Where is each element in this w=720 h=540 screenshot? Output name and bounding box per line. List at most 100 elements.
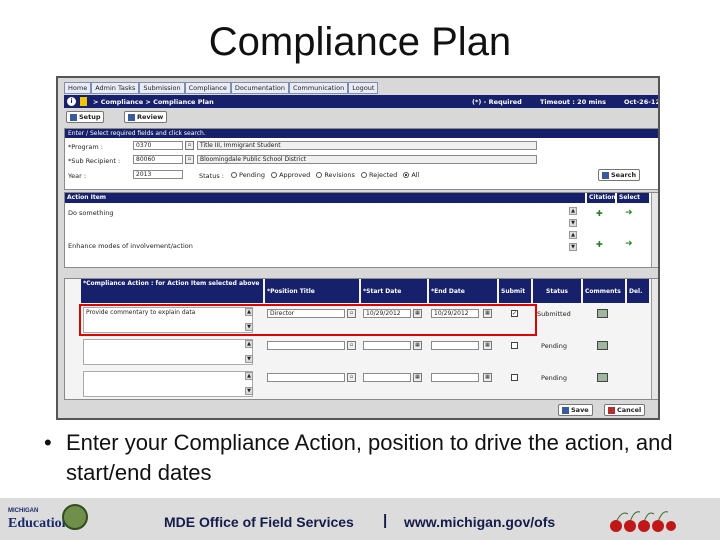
action-item-row-1[interactable]: Do something bbox=[68, 209, 113, 217]
recipient-label: *Sub Recipient : bbox=[68, 157, 121, 165]
year-label: Year : bbox=[68, 172, 87, 180]
setup-button[interactable]: Setup bbox=[66, 111, 105, 123]
position-picker-icon[interactable]: ▫ bbox=[347, 341, 356, 350]
calendar-icon[interactable]: ▦ bbox=[413, 373, 422, 382]
scroll-down-icon[interactable]: ▼ bbox=[245, 387, 253, 395]
calendar-icon[interactable]: ▦ bbox=[483, 341, 492, 350]
compliance-action-input[interactable] bbox=[83, 371, 253, 397]
recipient-code-input[interactable]: 80060 bbox=[133, 155, 183, 164]
status-text: Pending bbox=[541, 374, 567, 382]
required-note: (*) - Required bbox=[472, 97, 522, 106]
start-date-input[interactable] bbox=[363, 341, 411, 350]
date-text: Oct-26-12 bbox=[624, 97, 660, 106]
timeout-text: Timeout : 20 mins bbox=[540, 97, 606, 106]
footer-url: www.michigan.gov/ofs bbox=[404, 514, 556, 530]
footer-separator: | bbox=[383, 512, 388, 529]
search-label: Search bbox=[611, 171, 637, 179]
action-item-scrollbar[interactable] bbox=[651, 193, 658, 267]
scroll-up-icon[interactable]: ▲ bbox=[569, 231, 577, 239]
bullet-point: • Enter your Compliance Action, position… bbox=[44, 428, 684, 488]
position-title-input[interactable] bbox=[267, 341, 345, 350]
setup-label: Setup bbox=[79, 113, 101, 121]
state-seal-icon bbox=[62, 504, 88, 530]
breadcrumb-bar: i > Compliance > Compliance Plan (*) - R… bbox=[64, 95, 660, 108]
review-label: Review bbox=[137, 113, 164, 121]
scroll-down-icon[interactable]: ▼ bbox=[569, 243, 577, 251]
program-name-field: Title III, Immigrant Student bbox=[197, 141, 537, 150]
program-picker-icon[interactable]: ▫ bbox=[185, 141, 194, 150]
scroll-down-icon[interactable]: ▼ bbox=[245, 355, 253, 363]
status-text: Submitted bbox=[537, 310, 571, 318]
end-date-input[interactable] bbox=[431, 341, 479, 350]
filter-panel: Enter / Select required fields and click… bbox=[64, 128, 658, 190]
year-input[interactable]: 2013 bbox=[133, 170, 183, 179]
calendar-icon[interactable]: ▦ bbox=[413, 341, 422, 350]
save-button[interactable]: Save bbox=[558, 404, 593, 416]
tab-home[interactable]: Home bbox=[64, 82, 92, 94]
end-date-header: *End Date bbox=[429, 279, 497, 303]
status-label: Status : bbox=[199, 172, 224, 180]
select-arrow-icon[interactable]: ➜ bbox=[625, 208, 633, 218]
citation-icon[interactable]: ✚ bbox=[596, 240, 603, 249]
status-radio-group: Pending Approved Revisions Rejected All bbox=[227, 171, 419, 179]
breadcrumb: > Compliance > Compliance Plan bbox=[93, 97, 214, 106]
compliance-scrollbar[interactable] bbox=[651, 279, 658, 399]
submit-header: Submit bbox=[499, 279, 531, 303]
status-radio-all[interactable] bbox=[403, 172, 410, 178]
status-option-approved: Approved bbox=[279, 171, 311, 179]
review-icon bbox=[128, 113, 135, 121]
scroll-down-icon[interactable]: ▼ bbox=[569, 219, 577, 227]
tab-admin-tasks[interactable]: Admin Tasks bbox=[91, 82, 140, 94]
comment-icon[interactable] bbox=[597, 309, 608, 318]
submit-checkbox[interactable] bbox=[511, 342, 518, 349]
cancel-button[interactable]: Cancel bbox=[604, 404, 646, 416]
citation-icon[interactable]: ✚ bbox=[596, 209, 603, 218]
calendar-icon[interactable]: ▦ bbox=[483, 373, 492, 382]
compliance-action-input[interactable] bbox=[83, 339, 253, 365]
status-radio-revisions[interactable] bbox=[316, 172, 323, 178]
end-date-input[interactable] bbox=[431, 373, 479, 382]
select-arrow-icon[interactable]: ➜ bbox=[625, 239, 633, 249]
info-icon[interactable]: i bbox=[67, 97, 76, 106]
review-button[interactable]: Review bbox=[124, 111, 168, 123]
start-date-input[interactable] bbox=[363, 373, 411, 382]
submit-checkbox[interactable] bbox=[511, 374, 518, 381]
select-header: Select bbox=[617, 193, 649, 203]
scroll-up-icon[interactable]: ▲ bbox=[245, 372, 253, 380]
program-code-input[interactable]: 0370 bbox=[133, 141, 183, 150]
comment-icon[interactable] bbox=[597, 341, 608, 350]
action-item-row-2[interactable]: Enhance modes of involvement/action bbox=[68, 242, 193, 250]
logo-big-text: Education bbox=[8, 516, 70, 531]
recipient-picker-icon[interactable]: ▫ bbox=[185, 155, 194, 164]
position-picker-icon[interactable]: ▫ bbox=[347, 373, 356, 382]
search-icon bbox=[602, 171, 609, 179]
status-radio-approved[interactable] bbox=[271, 172, 278, 178]
bullet-text: Enter your Compliance Action, position t… bbox=[66, 430, 673, 485]
compliance-action-header: *Compliance Action : for Action Item sel… bbox=[81, 279, 263, 303]
michigan-education-logo: MICHIGAN Education bbox=[6, 502, 92, 536]
scroll-up-icon[interactable]: ▲ bbox=[569, 207, 577, 215]
search-button[interactable]: Search bbox=[598, 169, 641, 181]
status-radio-rejected[interactable] bbox=[360, 172, 367, 178]
position-title-input[interactable] bbox=[267, 373, 345, 382]
status-radio-pending[interactable] bbox=[231, 172, 237, 178]
status-option-pending: Pending bbox=[239, 171, 265, 179]
bullet-dot: • bbox=[44, 430, 52, 455]
action-item-header: Action Item bbox=[65, 193, 585, 203]
tab-compliance[interactable]: Compliance bbox=[184, 82, 231, 94]
tab-logout[interactable]: Logout bbox=[348, 82, 379, 94]
footer-bar: MICHIGAN Education MDE Office of Field S… bbox=[0, 498, 720, 540]
comment-icon[interactable] bbox=[597, 373, 608, 382]
save-icon bbox=[562, 406, 569, 414]
office-name: MDE Office of Field Services bbox=[164, 514, 354, 530]
position-header: *Position Title bbox=[265, 279, 359, 303]
scroll-up-icon[interactable]: ▲ bbox=[245, 340, 253, 348]
tab-documentation[interactable]: Documentation bbox=[230, 82, 289, 94]
recipient-name-field: Bloomingdale Public School District bbox=[197, 155, 537, 164]
tab-submission[interactable]: Submission bbox=[139, 82, 185, 94]
tab-communication[interactable]: Communication bbox=[288, 82, 349, 94]
logo-small-text: MICHIGAN bbox=[8, 508, 39, 514]
status-header: Status bbox=[533, 279, 581, 303]
cherries-icon bbox=[610, 511, 676, 532]
delete-header: Del. bbox=[627, 279, 649, 303]
